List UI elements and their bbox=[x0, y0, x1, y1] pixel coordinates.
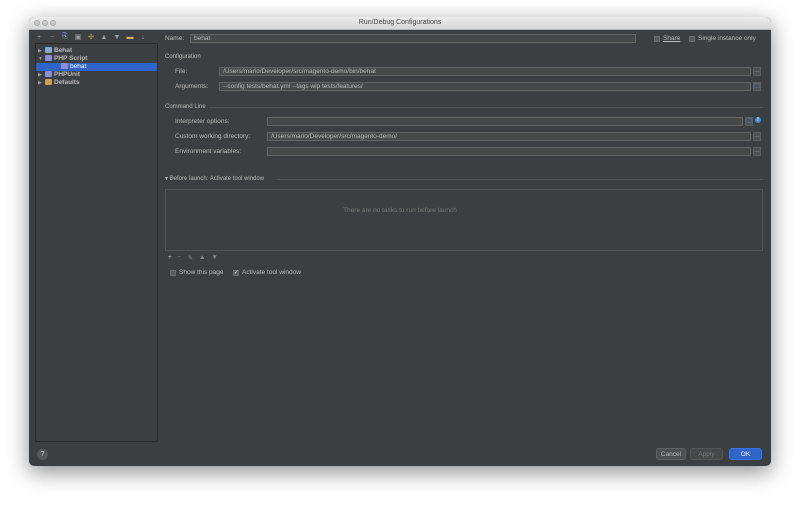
environment-variables-label: Environment variables: bbox=[175, 148, 242, 155]
apply-button[interactable]: Apply bbox=[690, 448, 723, 460]
interpreter-options-field[interactable] bbox=[267, 117, 743, 126]
tree-item-label: Behat bbox=[54, 47, 73, 54]
collapsed-arrow-icon[interactable]: ▶ bbox=[38, 79, 45, 87]
collapsed-arrow-icon[interactable]: ▶ bbox=[38, 47, 45, 55]
tree-item-defaults[interactable]: ▶ Defaults bbox=[36, 79, 157, 87]
working-directory-label: Custom working directory: bbox=[175, 133, 251, 140]
show-this-page-checkbox[interactable] bbox=[170, 270, 176, 276]
collapsed-arrow-icon[interactable]: ▶ bbox=[38, 71, 45, 79]
info-icon[interactable]: ! bbox=[755, 117, 761, 123]
config-type-icon bbox=[45, 55, 52, 61]
tree-item-label: PHPUnit bbox=[54, 71, 80, 78]
browse-file-button[interactable]: … bbox=[753, 67, 761, 76]
tree-item-phpunit[interactable]: ▶ PHPUnit bbox=[36, 71, 157, 79]
ok-button[interactable]: OK bbox=[729, 448, 762, 460]
move-task-down-icon[interactable]: ▼ bbox=[211, 254, 217, 262]
tree-item-behat[interactable]: ▶ Behat bbox=[36, 47, 157, 55]
remove-icon[interactable]: − bbox=[48, 34, 56, 41]
single-instance-label: Single instance only bbox=[698, 35, 756, 42]
add-task-icon[interactable]: + bbox=[168, 254, 172, 262]
before-launch-toolbar: + − ✎ ▲ ▼ bbox=[168, 254, 218, 262]
move-up-icon[interactable]: ▲ bbox=[100, 34, 108, 41]
config-type-icon bbox=[61, 63, 68, 69]
command-line-separator bbox=[209, 107, 763, 108]
tree-item-label: PHP Script bbox=[54, 55, 88, 62]
tree-item-php-script[interactable]: ▼ PHP Script bbox=[36, 55, 157, 63]
browse-working-directory-button[interactable]: … bbox=[753, 132, 761, 141]
config-type-icon bbox=[45, 71, 52, 77]
folder-icon[interactable]: ▬ bbox=[126, 34, 134, 41]
configuration-tree[interactable]: ▶ Behat ▼ PHP Script behat ▶ PHPUnit ▶ Defaults bbox=[35, 43, 158, 442]
environment-variables-field[interactable] bbox=[267, 147, 751, 156]
add-icon[interactable]: + bbox=[35, 34, 43, 41]
cancel-button[interactable]: Cancel bbox=[656, 448, 686, 460]
tree-item-behat[interactable]: behat bbox=[36, 63, 157, 71]
move-task-up-icon[interactable]: ▲ bbox=[199, 254, 205, 262]
expand-interpreter-options-button[interactable]: ⬚ bbox=[745, 117, 753, 126]
save-icon[interactable]: ▣ bbox=[74, 33, 82, 41]
remove-task-icon[interactable]: − bbox=[178, 254, 182, 262]
before-launch-header[interactable]: ▾ Before launch: Activate tool window bbox=[165, 175, 264, 183]
activate-tool-window-label: Activate tool window bbox=[242, 269, 301, 276]
copy-icon[interactable]: ⎘ bbox=[61, 33, 69, 41]
file-field[interactable]: /Users/mario/Developer/src/magento-demo/… bbox=[219, 67, 751, 76]
window-title: Run/Debug Configurations bbox=[358, 19, 442, 26]
file-label: File: bbox=[175, 68, 188, 75]
move-down-icon[interactable]: ▼ bbox=[113, 34, 121, 41]
config-type-icon bbox=[45, 79, 52, 85]
no-tasks-message: There are no tasks to run before launch bbox=[343, 207, 457, 214]
name-field[interactable]: behat bbox=[190, 34, 636, 43]
before-launch-separator bbox=[277, 179, 763, 180]
tree-item-label: Defaults bbox=[54, 79, 80, 86]
show-this-page-label: Show this page bbox=[179, 269, 224, 276]
working-directory-field[interactable]: /Users/mario/Developer/src/magento-demo/ bbox=[267, 132, 751, 141]
title-bar: Run/Debug Configurations bbox=[29, 17, 771, 30]
interpreter-options-label: Interpreter options: bbox=[175, 118, 230, 125]
edit-environment-variables-button[interactable]: … bbox=[753, 147, 761, 156]
name-label: Name: bbox=[165, 35, 185, 42]
run-debug-dialog: Run/Debug Configurations + − ⎘ ▣ ✣ ▲ ▼ ▬ ↓ ▶ Beha… bbox=[29, 17, 771, 466]
share-checkbox[interactable] bbox=[654, 36, 660, 42]
share-label: Share bbox=[663, 35, 681, 42]
single-instance-checkbox[interactable] bbox=[689, 36, 695, 42]
config-type-icon bbox=[45, 47, 52, 53]
expanded-arrow-icon[interactable]: ▼ bbox=[38, 55, 45, 63]
configuration-section-title: Configuration bbox=[165, 54, 201, 60]
edit-task-icon[interactable]: ✎ bbox=[188, 254, 193, 262]
help-button[interactable]: ? bbox=[37, 449, 48, 460]
tree-item-label: behat bbox=[70, 63, 87, 70]
command-line-section-title: Command Line bbox=[165, 104, 206, 110]
config-toolbar: + − ⎘ ▣ ✣ ▲ ▼ ▬ ↓ bbox=[35, 32, 147, 42]
activate-tool-window-checkbox[interactable]: ✓ bbox=[233, 270, 239, 276]
expand-arguments-button[interactable]: ⬚ bbox=[753, 82, 761, 91]
wrench-icon[interactable]: ✣ bbox=[87, 33, 95, 41]
before-launch-task-list[interactable] bbox=[165, 189, 763, 251]
arguments-field[interactable]: --config tests/behat.yml --tags wip test… bbox=[219, 82, 751, 91]
arguments-label: Arguments: bbox=[175, 83, 209, 90]
sort-icon[interactable]: ↓ bbox=[139, 34, 147, 41]
